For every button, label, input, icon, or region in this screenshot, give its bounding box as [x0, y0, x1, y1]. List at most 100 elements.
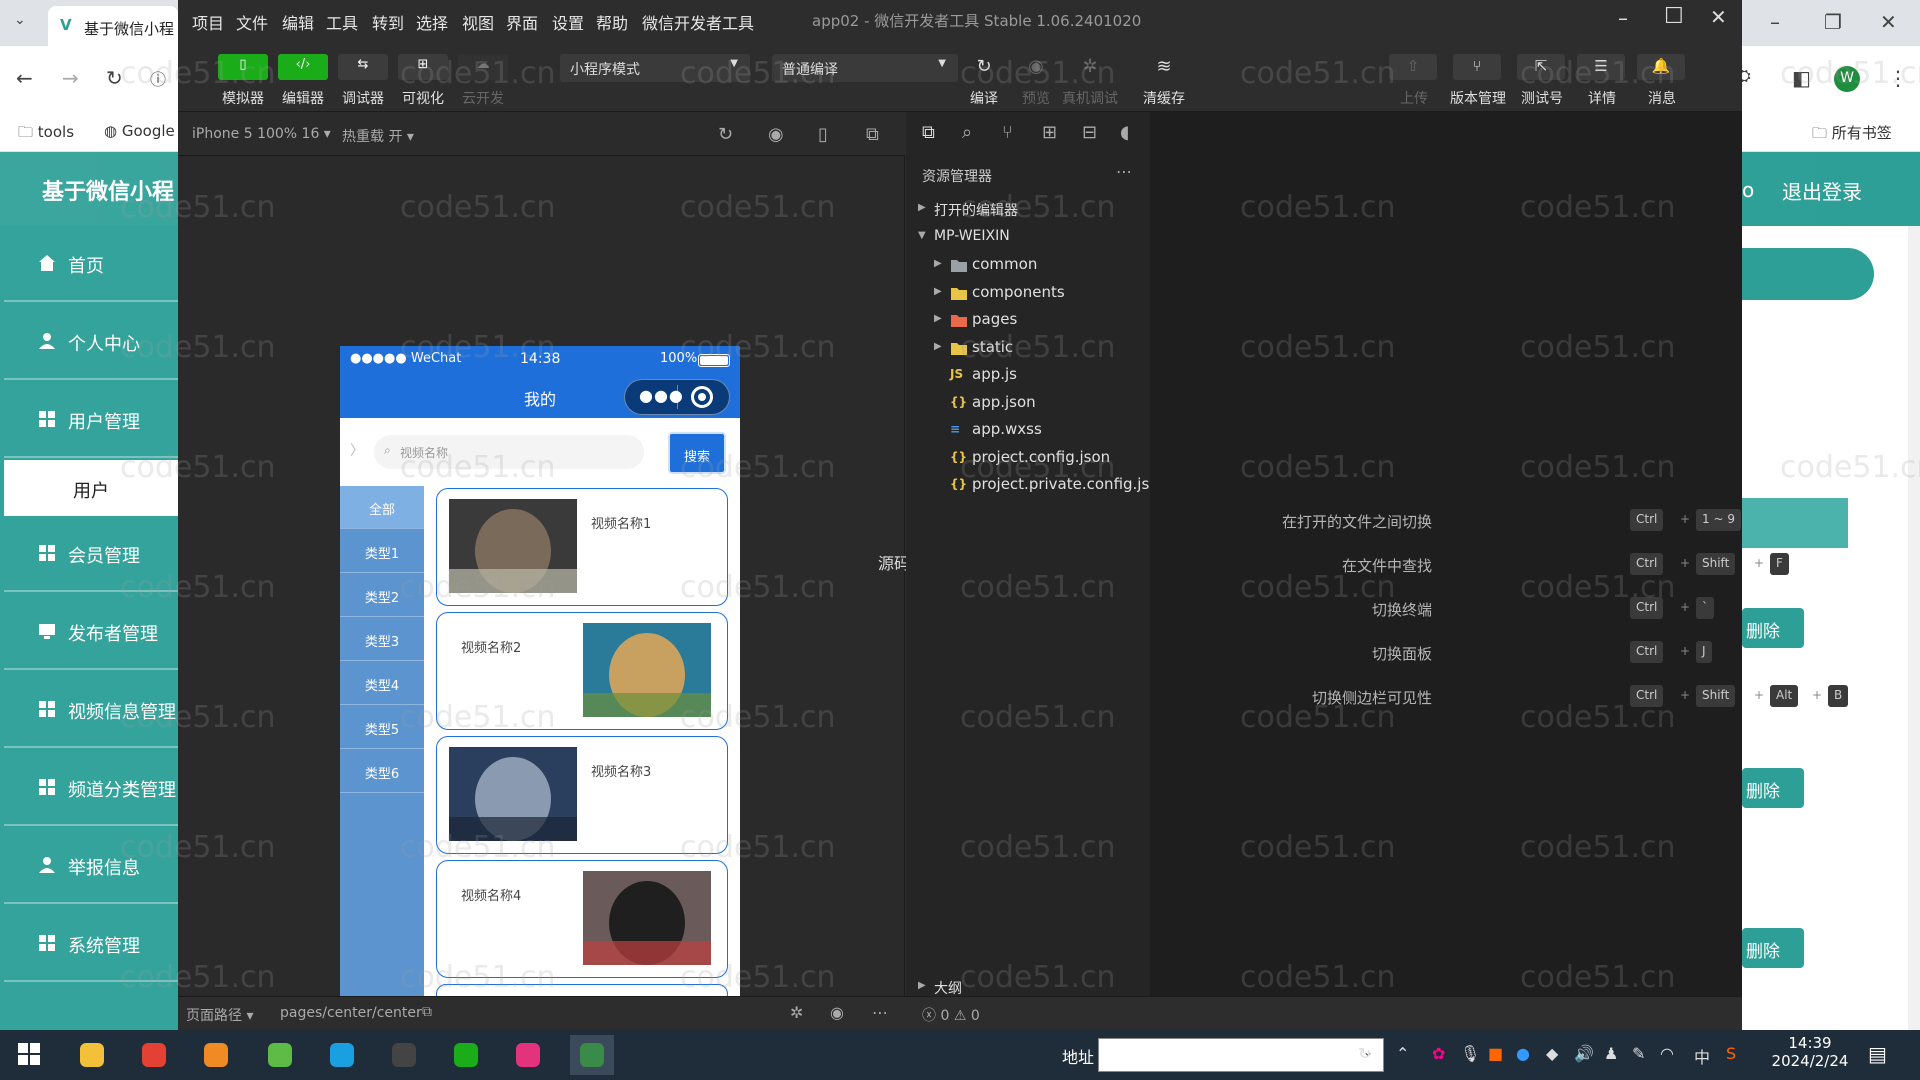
chrome-icon[interactable]: [132, 1035, 176, 1075]
toolbar-button-3[interactable]: ⊞: [398, 54, 448, 80]
video-card[interactable]: 视频名称1: [436, 488, 728, 606]
search-input[interactable]: ⌕ 视频名称: [374, 435, 644, 469]
microphone-icon[interactable]: 🎙: [1460, 1044, 1480, 1063]
toolbar-icon-3[interactable]: ≋: [1146, 56, 1182, 80]
video-card[interactable]: 视频名称2: [436, 612, 728, 730]
toolbar-button-1[interactable]: ‹/›: [278, 54, 328, 80]
category-item[interactable]: 类型1: [340, 530, 424, 573]
video-card[interactable]: 视频名称4: [436, 860, 728, 978]
windows-security-icon[interactable]: ◆: [1546, 1044, 1558, 1063]
toolbar-button-0[interactable]: ▯: [218, 54, 268, 80]
layout-icon[interactable]: ⊟: [1082, 122, 1097, 143]
menu-item[interactable]: 视图: [462, 10, 494, 34]
page-path-select[interactable]: 页面路径 ▾: [186, 1005, 253, 1025]
menu-item[interactable]: 界面: [506, 10, 538, 34]
copy-icon[interactable]: ⧉: [422, 1004, 432, 1020]
file-tree-item[interactable]: ≡ app.wxss: [906, 417, 1150, 444]
site-info-icon[interactable]: ⓘ: [150, 66, 166, 90]
category-item[interactable]: 类型2: [340, 574, 424, 617]
browser-icon[interactable]: [258, 1035, 302, 1075]
reload-icon[interactable]: ↻: [106, 66, 123, 90]
eye-icon[interactable]: ◉: [830, 1003, 844, 1022]
sidepanel-icon[interactable]: ◧: [1792, 66, 1811, 90]
more-icon[interactable]: ⋯: [872, 1003, 888, 1022]
sidebar-item-6[interactable]: 频道分类管理: [4, 750, 178, 826]
file-tree-item[interactable]: ▶ common: [906, 252, 1150, 279]
menu-dots-icon[interactable]: ⋮: [1888, 66, 1908, 90]
bird-icon[interactable]: ◖: [1120, 122, 1129, 143]
hot-reload-toggle[interactable]: 热重载 开 ▾: [342, 126, 414, 146]
search-icon[interactable]: ⌕: [962, 122, 972, 143]
tray-app-icon[interactable]: ●: [1516, 1044, 1530, 1063]
tray-app-icon[interactable]: ✎: [1632, 1044, 1645, 1063]
sidebar-item-7[interactable]: 举报信息: [4, 828, 178, 904]
root-folder[interactable]: ▼ MP-WEIXIN: [906, 224, 1150, 251]
stop-icon[interactable]: ◉: [768, 124, 784, 145]
search-button[interactable]: 搜索: [668, 432, 726, 474]
open-editors-section[interactable]: ▶ 打开的编辑器: [906, 196, 1150, 223]
browser-tab[interactable]: V 基于微信小程: [48, 6, 178, 46]
problems-indicator[interactable]: ⓧ 0 ⚠ 0: [922, 1005, 980, 1025]
toolbar-button-right-1[interactable]: ⑂: [1453, 54, 1501, 80]
category-item[interactable]: 类型4: [340, 662, 424, 705]
wechat-icon[interactable]: [444, 1035, 488, 1075]
avatar[interactable]: W: [1834, 66, 1860, 92]
menu-item[interactable]: 设置: [552, 10, 584, 34]
sidebar-item-3[interactable]: 会员管理: [4, 516, 178, 592]
tab-search-chevron-icon[interactable]: ⌄: [14, 12, 26, 28]
minimize-icon[interactable]: –: [1770, 10, 1780, 34]
ide-icon[interactable]: [506, 1035, 550, 1075]
category-item[interactable]: 类型3: [340, 618, 424, 661]
capsule-button[interactable]: ●●●: [624, 379, 730, 415]
toolbar-icon-2[interactable]: ✲: [1072, 56, 1108, 80]
tray-app-icon[interactable]: ♟: [1604, 1044, 1618, 1063]
file-tree-item[interactable]: {} project.config.json: [906, 445, 1150, 472]
close-icon[interactable]: ✕: [1710, 5, 1727, 29]
files-icon[interactable]: ⧉: [922, 122, 935, 143]
sidebar-item-5[interactable]: 视频信息管理: [4, 672, 178, 748]
file-tree-item[interactable]: {} project.private.config.js...: [906, 472, 1164, 499]
file-tree-item[interactable]: JS app.js: [906, 362, 1150, 389]
terminal-icon[interactable]: [382, 1035, 426, 1075]
toolbar-button-right-4[interactable]: 🔔: [1637, 54, 1685, 80]
all-bookmarks[interactable]: 🗀 所有书签: [1812, 122, 1892, 148]
delete-button[interactable]: 删除: [1742, 768, 1804, 808]
category-item[interactable]: 全部: [340, 486, 424, 529]
category-item[interactable]: 类型6: [340, 750, 424, 793]
category-item[interactable]: 类型5: [340, 706, 424, 749]
tray-app-icon[interactable]: ✿: [1432, 1044, 1445, 1063]
sublime-icon[interactable]: [194, 1035, 238, 1075]
file-tree-item[interactable]: ▶ components: [906, 280, 1150, 307]
sidebar-item-2[interactable]: 用户管理: [4, 382, 178, 458]
address-input[interactable]: ⌄: [1098, 1038, 1384, 1072]
close-icon[interactable]: ✕: [1880, 10, 1897, 34]
video-card[interactable]: 视频名称3: [436, 736, 728, 854]
network-icon[interactable]: ◠: [1660, 1044, 1674, 1063]
menu-item[interactable]: 编辑: [282, 10, 314, 34]
menu-item[interactable]: 选择: [416, 10, 448, 34]
explorer-more-icon[interactable]: ⋯: [1116, 162, 1132, 181]
start-icon[interactable]: [18, 1043, 40, 1065]
delete-button[interactable]: 删除: [1742, 928, 1804, 968]
sidebar-item-1[interactable]: 个人中心: [4, 304, 178, 380]
delete-button[interactable]: 删除: [1742, 608, 1804, 648]
page-scrollbar[interactable]: [1908, 226, 1920, 1030]
edge-icon[interactable]: [320, 1035, 364, 1075]
tray-expand-icon[interactable]: ⌃: [1396, 1044, 1409, 1063]
menu-item[interactable]: 工具: [326, 10, 358, 34]
menu-item[interactable]: 文件: [236, 10, 268, 34]
restore-icon[interactable]: ❐: [1824, 10, 1842, 34]
toolbar-button-4[interactable]: ☁: [458, 54, 508, 80]
file-tree-item[interactable]: ▶ pages: [906, 307, 1150, 334]
tray-app-icon[interactable]: ■: [1488, 1044, 1503, 1063]
git-branch-icon[interactable]: ⑂: [1002, 122, 1013, 143]
clock[interactable]: 14:39 2024/2/24: [1770, 1034, 1850, 1070]
maximize-icon[interactable]: ☐: [1664, 4, 1684, 29]
sidebar-item-4[interactable]: 发布者管理: [4, 594, 178, 670]
minimize-icon[interactable]: –: [1618, 6, 1628, 30]
bug-icon[interactable]: ✲: [790, 1003, 803, 1022]
toolbar-icon-1[interactable]: ◉: [1018, 56, 1054, 80]
toolbar-button-2[interactable]: ⇆: [338, 54, 388, 80]
sidebar-item-8[interactable]: 系统管理: [4, 906, 178, 982]
sidebar-item-0[interactable]: 首页: [4, 226, 178, 302]
